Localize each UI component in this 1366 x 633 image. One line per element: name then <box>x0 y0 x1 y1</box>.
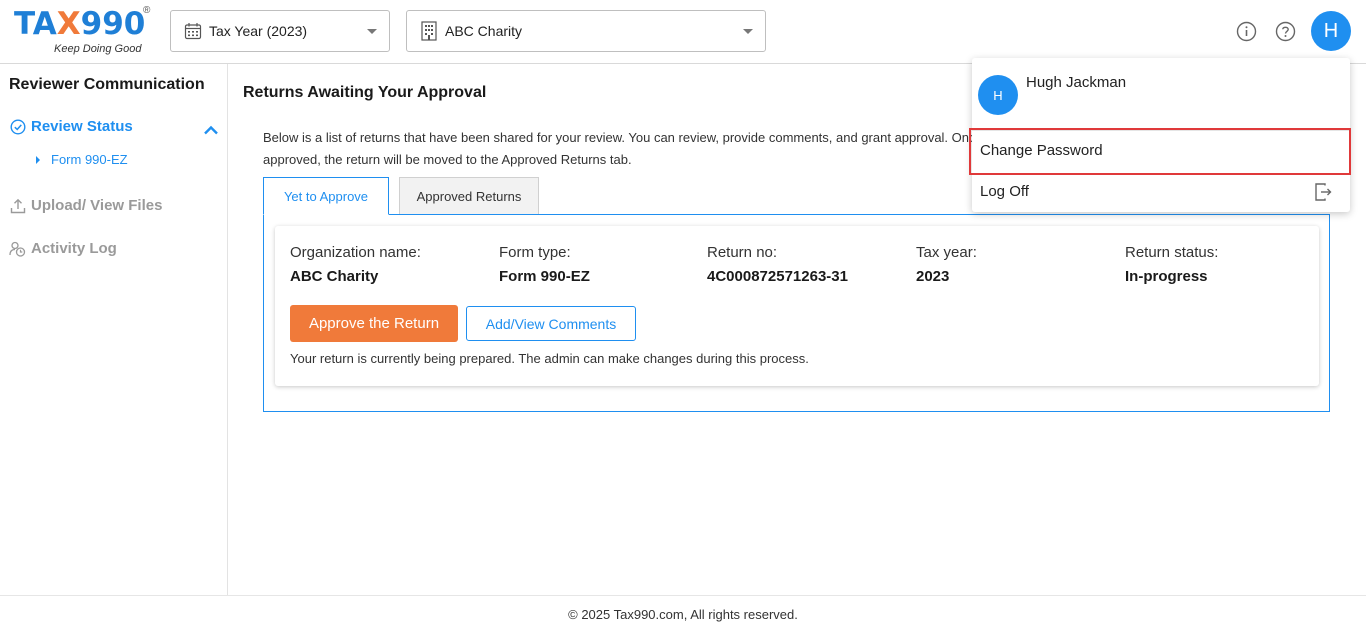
sidebar-item-review-status[interactable]: Review Status <box>9 118 133 135</box>
return-card: Organization name: ABC Charity Form type… <box>275 226 1319 386</box>
menu-avatar: H <box>978 75 1018 115</box>
copyright-text: © 2025 Tax990.com, All rights reserved. <box>568 607 798 622</box>
field-value: Form 990-EZ <box>499 268 590 285</box>
footer: © 2025 Tax990.com, All rights reserved. <box>0 595 1366 633</box>
activity-log-icon <box>9 240 26 257</box>
chevron-down-icon <box>367 29 377 34</box>
user-name: Hugh Jackman <box>1026 74 1127 91</box>
field-return-status: Return status: In-progress <box>1125 244 1218 285</box>
page-description: Below is a list of returns that have bee… <box>263 130 983 167</box>
sidebar-item-activity-log[interactable]: Activity Log <box>9 240 117 257</box>
approve-return-button[interactable]: Approve the Return <box>290 305 458 342</box>
add-view-comments-button[interactable]: Add/View Comments <box>466 306 636 341</box>
chevron-up-icon[interactable] <box>203 122 219 135</box>
sidebar-title: Reviewer Communication <box>9 76 205 93</box>
field-organization-name: Organization name: ABC Charity <box>290 244 421 285</box>
chevron-down-icon <box>743 29 753 34</box>
sidebar-item-label: Activity Log <box>31 240 117 257</box>
building-icon <box>420 21 438 41</box>
log-off-menu-item[interactable]: Log Off <box>980 183 1029 200</box>
field-value: 4C000872571263-31 <box>707 268 848 285</box>
sidebar-subitem-form-990ez[interactable]: Form 990-EZ <box>36 152 128 167</box>
help-icon[interactable] <box>1275 21 1296 42</box>
sidebar: Reviewer Communication Review Status For… <box>0 64 228 595</box>
calendar-icon <box>184 22 202 40</box>
field-label: Form type: <box>499 244 571 261</box>
field-value: In-progress <box>1125 268 1208 285</box>
change-password-highlight-box <box>969 128 1351 175</box>
field-label: Return no: <box>707 244 778 261</box>
caret-right-icon <box>36 155 40 164</box>
upload-icon <box>9 197 26 214</box>
sidebar-item-upload-files[interactable]: Upload/ View Files <box>9 197 162 214</box>
tax-year-select[interactable]: Tax Year (2023) <box>170 10 390 52</box>
tax-year-value: Tax Year (2023) <box>209 23 308 39</box>
field-return-no: Return no: 4C000872571263-31 <box>707 244 848 285</box>
field-label: Return status: <box>1125 244 1219 261</box>
registered-mark: ® <box>143 5 151 16</box>
field-label: Tax year: <box>916 244 977 261</box>
sidebar-item-label: Review Status <box>31 118 133 135</box>
tax990-logo[interactable]: TAX990 ® Keep Doing Good <box>14 5 154 58</box>
top-header: TAX990 ® Keep Doing Good Tax Year (2023)… <box>0 0 1366 64</box>
page-title: Returns Awaiting Your Approval <box>243 84 487 101</box>
info-icon[interactable] <box>1236 21 1257 42</box>
logo-tagline: Keep Doing Good <box>54 43 142 55</box>
field-value: 2023 <box>916 268 950 285</box>
organization-select[interactable]: ABC Charity <box>406 10 766 52</box>
sidebar-subitem-label: Form 990-EZ <box>51 152 128 167</box>
logo-wordmark: TAX990 <box>14 6 146 42</box>
log-off-icon[interactable] <box>1313 182 1333 202</box>
field-label: Organization name: <box>290 244 421 261</box>
tab-approved-returns[interactable]: Approved Returns <box>399 177 539 215</box>
user-avatar-button[interactable]: H <box>1311 11 1351 51</box>
organization-value: ABC Charity <box>445 23 523 39</box>
field-value: ABC Charity <box>290 268 379 285</box>
sidebar-item-label: Upload/ View Files <box>31 197 163 214</box>
field-form-type: Form type: Form 990-EZ <box>499 244 590 285</box>
check-circle-icon <box>9 118 26 135</box>
status-note: Your return is currently being prepared.… <box>290 351 809 366</box>
tab-yet-to-approve[interactable]: Yet to Approve <box>263 177 389 215</box>
field-tax-year: Tax year: 2023 <box>916 244 977 285</box>
